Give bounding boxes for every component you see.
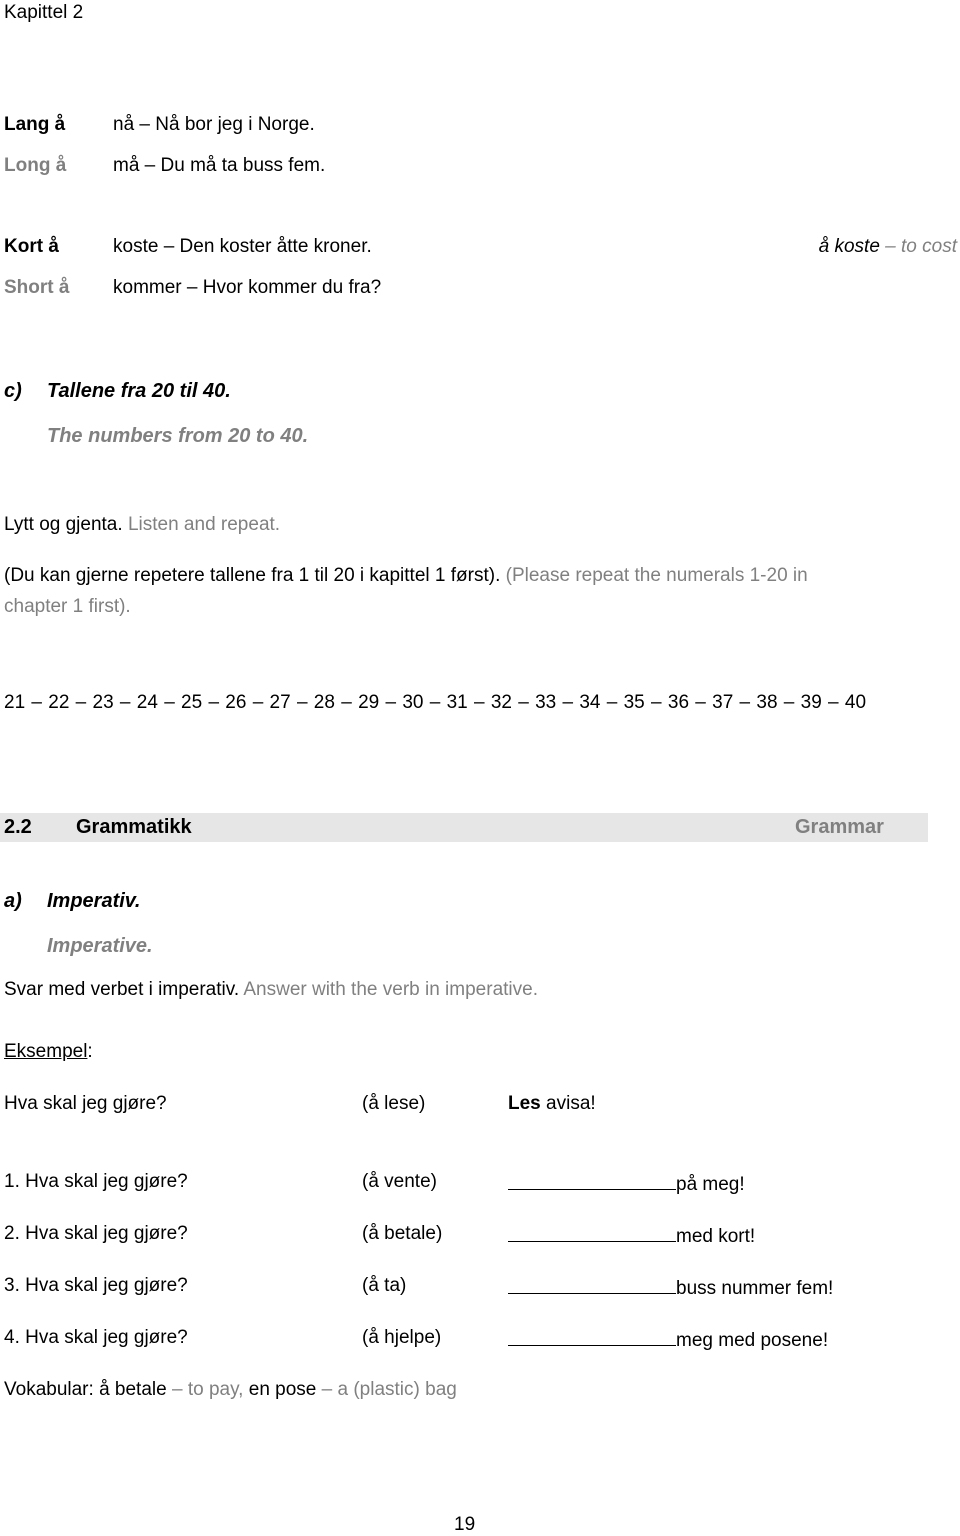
example-verb: (å lese) bbox=[362, 1093, 426, 1114]
exercise-rest: buss nummer fem! bbox=[676, 1278, 834, 1299]
vocabulary-line: Vokabular: å betale – to pay, en pose – … bbox=[4, 1379, 457, 1401]
instruction-no: Lytt og gjenta. bbox=[4, 514, 123, 535]
example-colon: : bbox=[87, 1041, 93, 1062]
exercise-question: 1. Hva skal jeg gjøre? bbox=[4, 1171, 188, 1192]
exercise-verb: (å ta) bbox=[362, 1275, 407, 1296]
gloss-koste: å koste – to cost bbox=[819, 236, 957, 258]
long-a-example: må – Du må ta buss fem. bbox=[113, 155, 326, 176]
vocab-term: å betale bbox=[99, 1379, 167, 1400]
page-number: 19 bbox=[454, 1514, 476, 1535]
repeat-note: (Du kan gjerne repetere tallene fra 1 ti… bbox=[4, 565, 808, 587]
short-a-example: kommer – Hvor kommer du fra? bbox=[113, 277, 382, 298]
vocab-label: Vokabular: bbox=[4, 1379, 100, 1400]
gloss-term: å koste bbox=[818, 236, 880, 257]
answer-blank-input[interactable] bbox=[508, 1223, 676, 1242]
exercise-verb: (å vente) bbox=[362, 1171, 437, 1192]
numbers-marker: c) bbox=[4, 380, 22, 402]
long-a-label-no: Lang å bbox=[4, 114, 66, 135]
answer-blank-input[interactable] bbox=[508, 1275, 676, 1294]
short-a-label-no: Kort å bbox=[4, 236, 59, 257]
numbers-title-en: The numbers from 20 to 40. bbox=[47, 425, 309, 447]
exercise-question: 2. Hva skal jeg gjøre? bbox=[4, 1223, 188, 1244]
exercise-answer: buss nummer fem! bbox=[508, 1275, 833, 1300]
imperative-title-no: Imperativ. bbox=[47, 890, 141, 912]
exercise-question: 4. Hva skal jeg gjøre? bbox=[4, 1327, 188, 1348]
short-a-example: koste – Den koster åtte kroner. bbox=[113, 236, 372, 257]
imperative-marker: a) bbox=[4, 890, 22, 912]
instruction-en: Listen and repeat. bbox=[127, 514, 281, 535]
exercise-answer: meg med posene! bbox=[508, 1327, 828, 1352]
example-answer-verb: Les bbox=[508, 1093, 541, 1114]
chapter-header: Kapittel 2 bbox=[4, 2, 84, 23]
vocab-definition: to pay, bbox=[187, 1379, 244, 1400]
vocab-term: en pose bbox=[243, 1379, 317, 1400]
gloss-sep: – bbox=[879, 236, 902, 257]
long-a-label-en: Long å bbox=[4, 155, 67, 176]
vocab-sep: – bbox=[316, 1379, 338, 1400]
exercise-rest: med kort! bbox=[676, 1226, 756, 1247]
section-number: 2.2 bbox=[4, 816, 32, 838]
repeat-note-cont: chapter 1 first). bbox=[4, 596, 131, 617]
note-en: (Please repeat the numerals 1-20 in bbox=[505, 565, 808, 586]
exercise-rest: på meg! bbox=[676, 1174, 745, 1195]
example-heading: Eksempel: bbox=[4, 1041, 93, 1063]
instruction-en: Answer with the verb in imperative. bbox=[243, 979, 538, 1000]
answer-blank-input[interactable] bbox=[508, 1171, 676, 1190]
note-no: (Du kan gjerne repetere tallene fra 1 ti… bbox=[4, 565, 501, 586]
example-question: Hva skal jeg gjøre? bbox=[4, 1093, 167, 1114]
number-sequence: 21 – 22 – 23 – 24 – 25 – 26 – 27 – 28 – … bbox=[4, 692, 867, 713]
short-a-label-en: Short å bbox=[4, 277, 70, 298]
numbers-title-no: Tallene fra 20 til 40. bbox=[47, 380, 231, 402]
section-title-no: Grammatikk bbox=[76, 816, 192, 838]
imperative-title-en: Imperative. bbox=[47, 935, 153, 957]
instruction-no: Svar med verbet i imperativ. bbox=[4, 979, 240, 1000]
vocab-sep: – bbox=[166, 1379, 188, 1400]
section-title-en: Grammar bbox=[795, 816, 884, 838]
long-a-example: nå – Nå bor jeg i Norge. bbox=[113, 114, 315, 135]
exercise-rest: meg med posene! bbox=[676, 1330, 829, 1351]
exercise-question: 3. Hva skal jeg gjøre? bbox=[4, 1275, 188, 1296]
exercise-answer: på meg! bbox=[508, 1171, 745, 1196]
gloss-en: to cost bbox=[901, 236, 957, 257]
example-answer: Les avisa! bbox=[508, 1093, 596, 1115]
exercise-verb: (å betale) bbox=[362, 1223, 443, 1244]
imperative-instruction: Svar med verbet i imperativ. Answer with… bbox=[4, 979, 538, 1001]
example-label: Eksempel bbox=[4, 1041, 88, 1062]
exercise-verb: (å hjelpe) bbox=[362, 1327, 442, 1348]
exercise-answer: med kort! bbox=[508, 1223, 755, 1248]
listen-instruction: Lytt og gjenta. Listen and repeat. bbox=[4, 514, 280, 536]
vocab-definition: a (plastic) bag bbox=[337, 1379, 457, 1400]
answer-blank-input[interactable] bbox=[508, 1327, 676, 1346]
example-answer-rest: avisa! bbox=[540, 1093, 596, 1114]
